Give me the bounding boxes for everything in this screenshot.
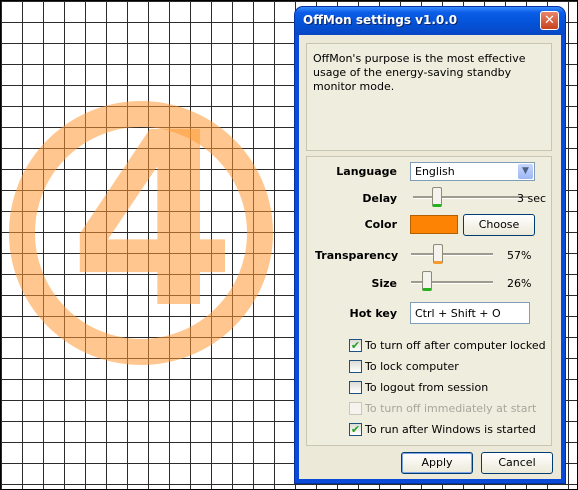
settings-window: OffMon settings v1.0.0 ✕ OffMon's purpos…	[295, 7, 565, 483]
option-label: To run after Windows is started	[365, 423, 536, 436]
hotkey-label: Hot key	[349, 307, 397, 320]
transparency-label: Transparency	[315, 249, 399, 262]
option-label: To turn off after computer locked	[365, 339, 546, 352]
cancel-button[interactable]: Cancel	[481, 452, 553, 474]
close-icon[interactable]: ✕	[540, 11, 559, 30]
delay-value: 3 sec	[517, 192, 547, 205]
delay-label: Delay	[362, 192, 397, 205]
checkbox-unchecked[interactable]	[349, 381, 362, 394]
window-title: OffMon settings v1.0.0	[303, 13, 458, 27]
title-bar[interactable]: OffMon settings v1.0.0 ✕	[295, 7, 565, 35]
checkbox-checked[interactable]: ✔	[349, 339, 362, 352]
language-value: English	[415, 165, 455, 178]
window-client-area: OffMon's purpose is the most effective u…	[299, 35, 561, 479]
size-slider-thumb[interactable]	[422, 271, 432, 291]
hotkey-value: Ctrl + Shift + O	[415, 307, 501, 320]
size-label: Size	[371, 277, 397, 290]
color-label: Color	[364, 218, 397, 231]
color-swatch	[410, 215, 458, 234]
description-text: OffMon's purpose is the most effective u…	[313, 52, 526, 93]
size-value: 26%	[507, 277, 532, 290]
checkbox-disabled	[349, 402, 362, 415]
option-label: To lock computer	[365, 360, 459, 373]
delay-slider-thumb[interactable]	[432, 187, 442, 207]
option-label: To turn off immediately at start	[365, 402, 537, 415]
transparency-slider-track[interactable]	[411, 253, 493, 256]
delay-slider-track[interactable]	[413, 196, 529, 199]
choose-color-button[interactable]: Choose	[463, 214, 535, 236]
option-label: To logout from session	[365, 381, 489, 394]
chevron-down-icon[interactable]: ▼	[518, 164, 533, 179]
hotkey-field[interactable]: Ctrl + Shift + O	[410, 302, 530, 324]
transparency-value: 57%	[507, 249, 532, 262]
apply-button[interactable]: Apply	[401, 452, 473, 474]
settings-panel: Language English ▼ Delay 3 sec Color Cho…	[306, 156, 552, 446]
checkbox-checked[interactable]: ✔	[349, 423, 362, 436]
transparency-slider-thumb[interactable]	[433, 244, 443, 264]
language-label: Language	[336, 165, 397, 178]
language-select[interactable]: English ▼	[410, 162, 535, 181]
overlay-digit: 4	[69, 81, 236, 361]
description-panel: OffMon's purpose is the most effective u…	[306, 43, 552, 151]
checkbox-unchecked[interactable]	[349, 360, 362, 373]
